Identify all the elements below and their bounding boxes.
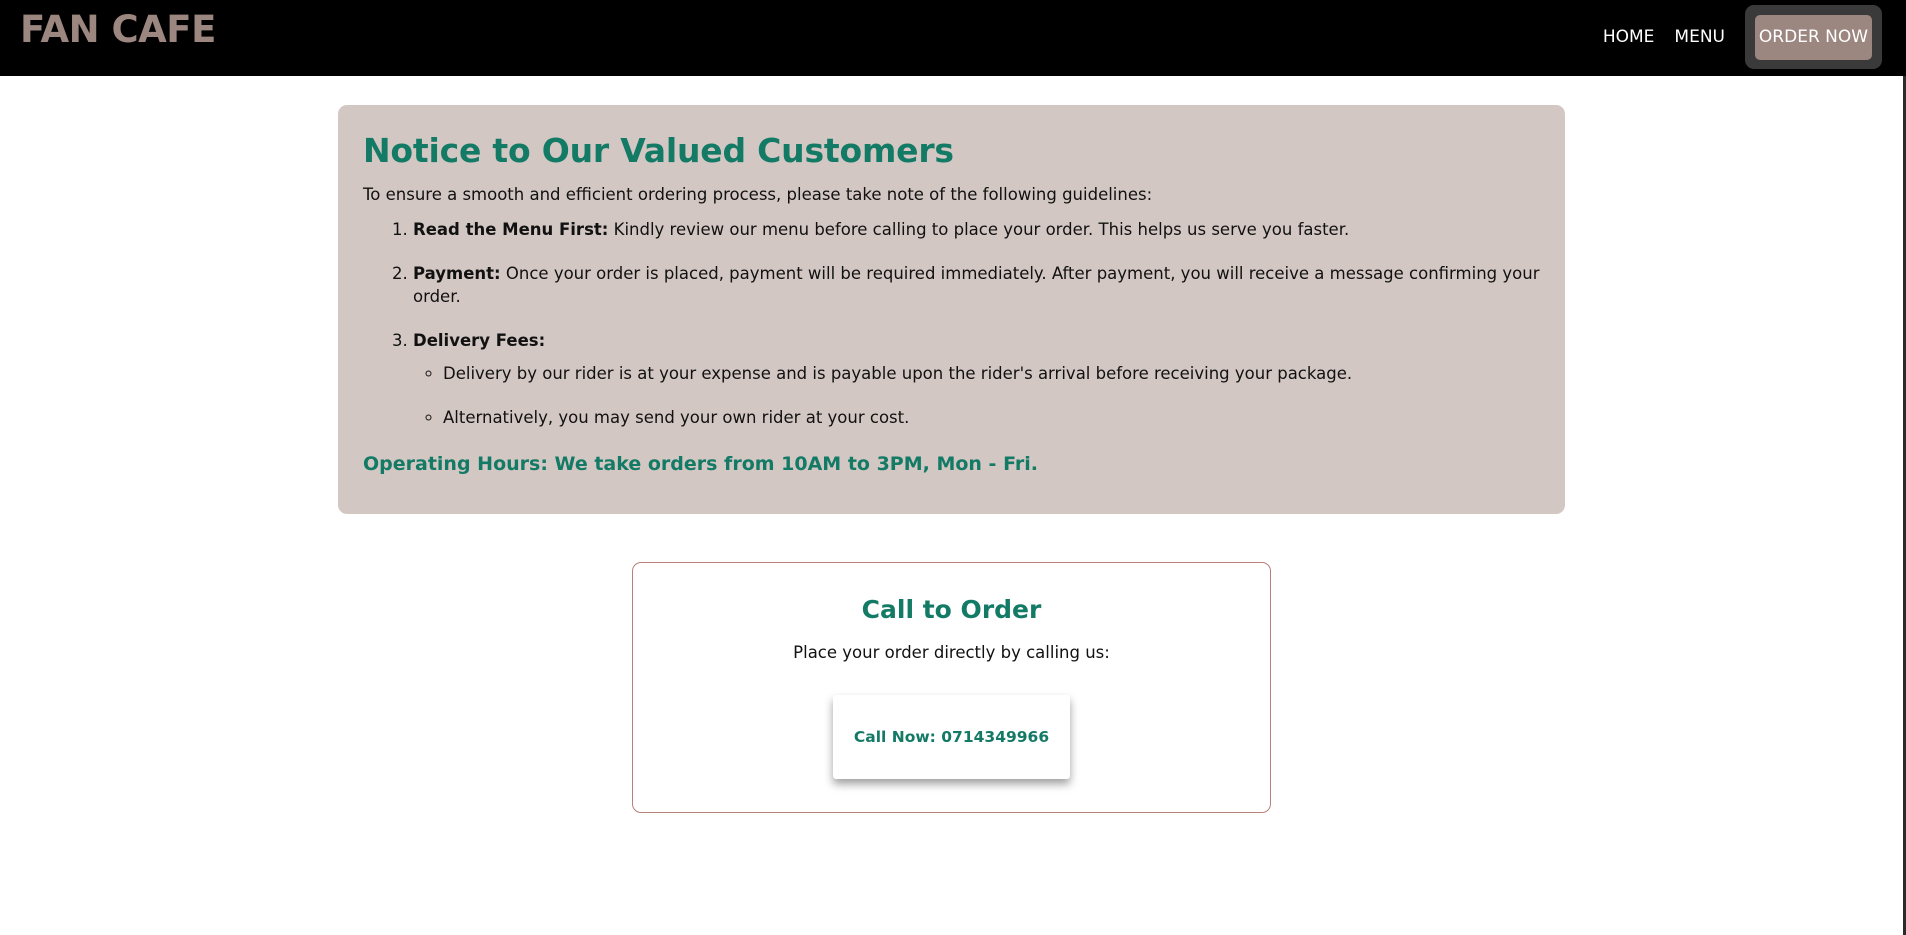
guideline-text: Once your order is placed, payment will … [413, 263, 1540, 306]
order-now-button[interactable]: ORDER NOW [1755, 14, 1872, 60]
guideline-text: Kindly review our menu before calling to… [608, 219, 1350, 239]
call-to-order-card: Call to Order Place your order directly … [632, 562, 1271, 813]
call-card-title: Call to Order [861, 595, 1042, 624]
nav-home-link[interactable]: HOME [1603, 27, 1655, 47]
operating-hours: Operating Hours: We take orders from 10A… [363, 453, 1038, 476]
brand-logo[interactable]: FAN CAFE [20, 8, 216, 51]
call-now-button[interactable]: Call Now: 0714349966 [833, 695, 1070, 779]
navbar: FAN CAFE HOME MENU ORDER NOW [0, 0, 1906, 76]
call-card-text: Place your order directly by calling us: [793, 643, 1110, 662]
delivery-fee-item: Delivery by our rider is at your expense… [443, 362, 1540, 385]
guideline-delivery-fees: Delivery Fees: Delivery by our rider is … [413, 329, 1540, 429]
order-now-focus-ring: ORDER NOW [1745, 5, 1882, 69]
nav-links: HOME MENU ORDER NOW [1603, 5, 1882, 69]
guideline-label: Delivery Fees: [413, 330, 546, 350]
guideline-menu: Read the Menu First: Kindly review our m… [413, 218, 1540, 241]
guideline-payment: Payment: Once your order is placed, paym… [413, 262, 1540, 308]
delivery-fee-item: Alternatively, you may send your own rid… [443, 406, 1540, 429]
notice-intro: To ensure a smooth and efficient orderin… [363, 184, 1153, 204]
delivery-fees-list: Delivery by our rider is at your expense… [413, 362, 1540, 429]
guideline-label: Read the Menu First: [413, 219, 609, 239]
guidelines-list: Read the Menu First: Kindly review our m… [363, 218, 1540, 430]
notice-title: Notice to Our Valued Customers [363, 131, 954, 170]
nav-menu-link[interactable]: MENU [1674, 27, 1725, 47]
guideline-label: Payment: [413, 263, 501, 283]
customer-notice: Notice to Our Valued Customers To ensure… [338, 105, 1565, 514]
